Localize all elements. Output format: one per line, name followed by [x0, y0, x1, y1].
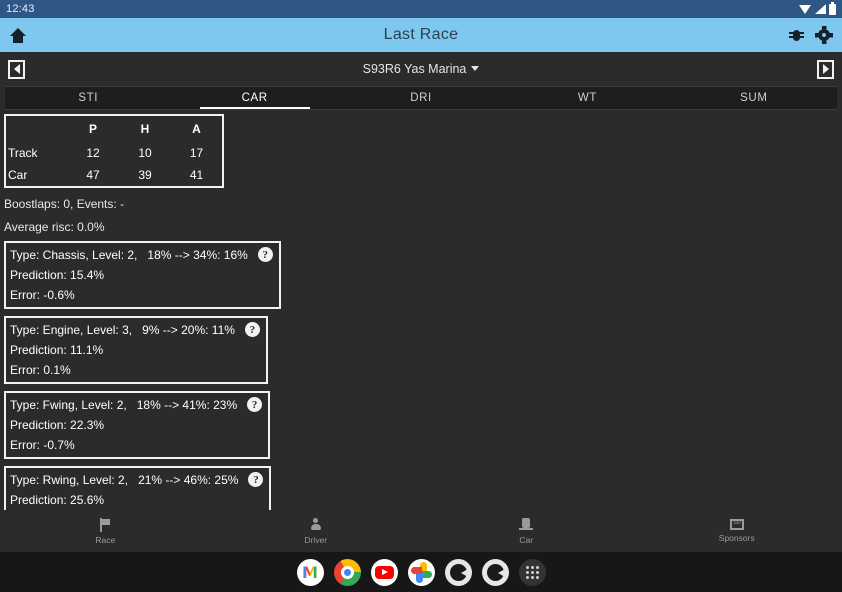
race-name-label: S93R6 Yas Marina: [363, 62, 467, 76]
person-icon: [309, 518, 323, 532]
card-prediction: Prediction: 25.6%: [10, 493, 263, 507]
track-p: 12: [67, 142, 119, 164]
youtube-icon[interactable]: [371, 559, 398, 586]
header-p: P: [67, 115, 119, 142]
nav-label-race: Race: [95, 535, 115, 545]
average-risc-text: Average risc: 0.0%: [4, 220, 842, 234]
card-error: Error: -0.6%: [10, 288, 273, 302]
nav-label-driver: Driver: [304, 535, 327, 545]
card-type-level: Type: Chassis, Level: 2,: [10, 248, 137, 262]
nav-item-sponsors[interactable]: Sponsors: [632, 519, 842, 543]
row-label-car: Car: [5, 164, 67, 187]
header-blank: [5, 115, 67, 142]
car-icon: [519, 518, 533, 532]
nav-label-car: Car: [519, 535, 533, 545]
page-title: Last Race: [0, 26, 842, 44]
part-card-engine: Type: Engine, Level: 3, 9% --> 20%: 11% …: [4, 316, 268, 384]
car-h: 39: [119, 164, 171, 187]
app-drawer-icon[interactable]: [519, 559, 546, 586]
app-screen: 12:43 Last Race S93R6 Yas Marina STI CAR…: [0, 0, 842, 592]
tab-sti[interactable]: STI: [5, 87, 171, 109]
header-a: A: [171, 115, 223, 142]
table-row: Track 12 10 17: [5, 142, 223, 164]
gear-icon[interactable]: [816, 27, 832, 43]
tab-dri[interactable]: DRI: [338, 87, 504, 109]
pacman-app-icon-2[interactable]: [482, 559, 509, 586]
card-prediction: Prediction: 22.3%: [10, 418, 262, 432]
tab-wt[interactable]: WT: [504, 87, 670, 109]
battery-icon: [829, 4, 836, 15]
nav-item-car[interactable]: Car: [421, 518, 632, 545]
help-icon[interactable]: ?: [248, 472, 263, 487]
part-card-fwing: Type: Fwing, Level: 2, 18% --> 41%: 23% …: [4, 391, 270, 459]
system-dock: M: [0, 552, 842, 592]
card-header: Type: Chassis, Level: 2, 18% --> 34%: 16…: [10, 247, 273, 262]
app-bar-actions: [789, 27, 832, 43]
help-icon[interactable]: ?: [245, 322, 260, 337]
table-header-row: P H A: [5, 115, 223, 142]
car-a: 41: [171, 164, 223, 187]
part-card-rwing: Type: Rwing, Level: 2, 21% --> 46%: 25% …: [4, 466, 271, 510]
header-h: H: [119, 115, 171, 142]
part-card-chassis: Type: Chassis, Level: 2, 18% --> 34%: 16…: [4, 241, 281, 309]
card-header: Type: Engine, Level: 3, 9% --> 20%: 11% …: [10, 322, 260, 337]
wifi-icon: [799, 4, 811, 15]
nav-item-race[interactable]: Race: [0, 518, 211, 545]
race-selector: S93R6 Yas Marina: [0, 52, 842, 86]
flag-icon: [98, 518, 112, 532]
card-header: Type: Fwing, Level: 2, 18% --> 41%: 23% …: [10, 397, 262, 412]
card-range: 18% --> 34%: 16%: [147, 248, 247, 262]
card-header: Type: Rwing, Level: 2, 21% --> 46%: 25% …: [10, 472, 263, 487]
card-range: 18% --> 41%: 23%: [137, 398, 237, 412]
status-bar-icons: [799, 4, 836, 15]
app-bar: Last Race: [0, 18, 842, 52]
help-icon[interactable]: ?: [258, 247, 273, 262]
car-p: 47: [67, 164, 119, 187]
track-a: 17: [171, 142, 223, 164]
help-icon[interactable]: ?: [247, 397, 262, 412]
card-type-level: Type: Engine, Level: 3,: [10, 323, 132, 337]
row-label-track: Track: [5, 142, 67, 164]
nav-item-driver[interactable]: Driver: [211, 518, 422, 545]
tab-car[interactable]: CAR: [171, 87, 337, 109]
card-prediction: Prediction: 11.1%: [10, 343, 260, 357]
card-prediction: Prediction: 15.4%: [10, 268, 273, 282]
tab-content-car: P H A Track 12 10 17 Car 47 39 41: [0, 110, 842, 510]
chevron-down-icon: [471, 66, 479, 71]
stats-table: P H A Track 12 10 17 Car 47 39 41: [4, 114, 224, 188]
card-range: 9% --> 20%: 11%: [142, 323, 235, 337]
gmail-icon[interactable]: M: [297, 559, 324, 586]
signal-icon: [814, 4, 826, 15]
status-bar-clock: 12:43: [6, 3, 35, 15]
pacman-app-icon[interactable]: [445, 559, 472, 586]
table-row: Car 47 39 41: [5, 164, 223, 187]
card-error: Error: 0.1%: [10, 363, 260, 377]
chrome-icon[interactable]: [334, 559, 361, 586]
card-type-level: Type: Fwing, Level: 2,: [10, 398, 127, 412]
track-h: 10: [119, 142, 171, 164]
card-type-level: Type: Rwing, Level: 2,: [10, 473, 128, 487]
tab-bar: STI CAR DRI WT SUM: [5, 86, 837, 110]
boostlaps-events-text: Boostlaps: 0, Events: -: [4, 197, 842, 211]
bug-icon[interactable]: [789, 28, 804, 43]
gmail-glyph: M: [302, 563, 318, 582]
bottom-navigation: Race Driver Car Sponsors: [0, 510, 842, 552]
tab-sum[interactable]: SUM: [671, 87, 837, 109]
card-error: Error: -0.7%: [10, 438, 262, 452]
card-range: 21% --> 46%: 25%: [138, 473, 238, 487]
race-name-dropdown[interactable]: S93R6 Yas Marina: [0, 62, 842, 76]
money-icon: [730, 519, 744, 530]
status-bar: 12:43: [0, 0, 842, 18]
nav-label-sponsors: Sponsors: [719, 533, 755, 543]
google-photos-icon[interactable]: [408, 559, 435, 586]
